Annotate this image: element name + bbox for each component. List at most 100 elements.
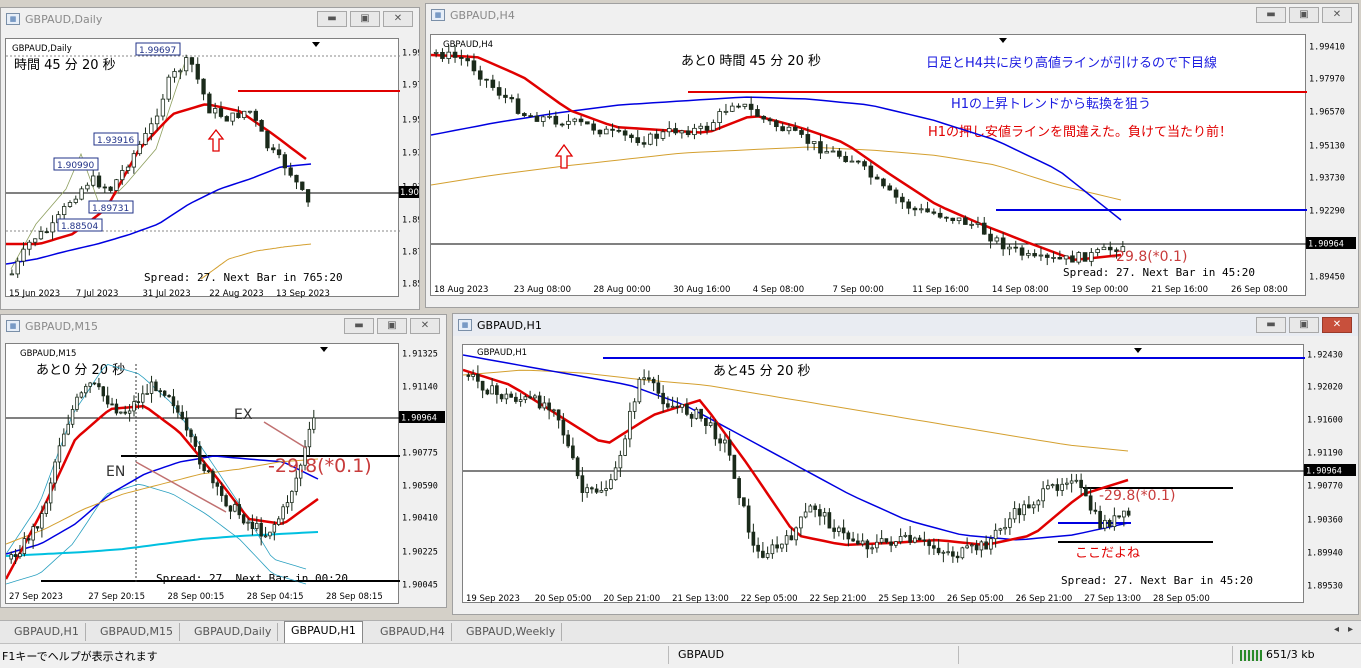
minimize-button[interactable]: ▬	[1256, 7, 1286, 23]
h4-candle-body	[717, 111, 722, 123]
h1-candle-body	[813, 505, 817, 510]
h4-candle-body	[446, 51, 452, 59]
h1-candle-body	[585, 487, 589, 493]
h1-candle-body	[499, 394, 504, 400]
h1-candle-body	[765, 553, 770, 558]
daily-candle-body	[201, 78, 206, 95]
m15-candle-body	[101, 386, 106, 397]
h4-candle-body	[1044, 254, 1050, 258]
tab-gbpaud-m15[interactable]: GBPAUD,M15	[94, 623, 181, 641]
restore-button[interactable]: ▣	[1289, 7, 1319, 23]
h1-plot[interactable]: GBPAUD,H1 あと45 分 20 秒 -29.8(*0.1) ここだよね Spre…	[462, 344, 1305, 604]
h4-chart-window[interactable]: ▦ GBPAUD,H4 ▬ ▣ ✕ GBPAUD,H4 あと0 時間 45 分 2…	[425, 3, 1359, 308]
h1-candle-body	[718, 438, 722, 444]
h1-candle-body	[1088, 495, 1093, 511]
daily-date-tick: 13 Sep 2023	[276, 289, 330, 298]
h1-chart-window[interactable]: ▦ GBPAUD,H1 ▬ ▣ ✕ GBPAUD,H1 あと45 分 20 秒 -2…	[452, 313, 1359, 615]
h4-candle-body	[578, 118, 584, 123]
daily-price-axis: 1.996801.977901.956801.935001.914001.893…	[399, 38, 419, 297]
h4-candle-body	[893, 189, 899, 198]
h1-candle-body	[974, 544, 979, 551]
close-button[interactable]: ✕	[383, 11, 413, 27]
tab-gbpaud-h4[interactable]: GBPAUD,H4	[374, 623, 452, 641]
tab-gbpaud-weekly[interactable]: GBPAUD,Weekly	[460, 623, 563, 641]
windows.daily.prices-price-tick: 1.93500	[402, 149, 419, 159]
tab-gbpaud-daily[interactable]: GBPAUD,Daily	[188, 623, 279, 641]
tab-scroll-right-icon[interactable]: ▸	[1348, 624, 1353, 635]
daily-title-bar[interactable]: ▦ GBPAUD,Daily ▬ ▣ ✕	[1, 8, 419, 30]
daily-candle-body	[253, 110, 258, 121]
daily-candle-body	[276, 149, 282, 156]
restore-button[interactable]: ▣	[350, 11, 380, 27]
close-button[interactable]: ✕	[410, 318, 440, 334]
h1-candle-body	[1055, 484, 1060, 491]
m15-symbol-label: GBPAUD,M15	[20, 349, 76, 359]
daily-candle-body	[265, 130, 270, 149]
h4-candle-body	[597, 129, 603, 135]
h1-candle-body	[680, 403, 684, 408]
h4-plot[interactable]: GBPAUD,H4 あと0 時間 45 分 20 秒 日足とH4共に戻り高値ラインが…	[430, 34, 1307, 296]
m15-candle-body	[277, 518, 281, 525]
m15-chart-window[interactable]: ▦ GBPAUD,M15 ▬ ▣ ✕ GBPAUD,M15 あと0 分 20 秒 E…	[0, 314, 447, 608]
h1-date-tick: 19 Sep 2023	[466, 594, 520, 604]
h4-candle-body	[648, 133, 653, 145]
h4-candle-body	[925, 208, 930, 213]
daily-plot[interactable]: GBPAUD,Daily 時間 45 分 20 秒 1.99697 1.93916 1.…	[5, 38, 400, 298]
h1-candle-body	[917, 537, 922, 541]
minimize-button[interactable]: ▬	[1256, 317, 1286, 333]
m15-candle-body	[255, 522, 259, 530]
h4-candle-body	[635, 137, 641, 144]
daily-candle-body	[294, 174, 299, 183]
h4-title-bar[interactable]: ▦ GBPAUD,H4 ▬ ▣ ✕	[426, 4, 1358, 26]
m15-countdown: あと0 分 20 秒	[36, 363, 125, 378]
h4-candle-body	[868, 165, 874, 178]
h1-candle-body	[1098, 510, 1102, 529]
daily-candle-body	[73, 198, 78, 203]
restore-button[interactable]: ▣	[1289, 317, 1319, 333]
h1-candle-body	[818, 509, 822, 517]
tab-scroll-left-icon[interactable]: ◂	[1334, 624, 1339, 635]
h4-candle-body	[956, 217, 962, 221]
h4-candle-body	[484, 78, 489, 81]
m15-candle-body	[145, 393, 149, 395]
h1-candle-body	[998, 528, 1003, 531]
close-button[interactable]: ✕	[1322, 317, 1352, 333]
h4-date-tick: 23 Aug 08:00	[514, 285, 571, 295]
m15-title-bar[interactable]: ▦ GBPAUD,M15 ▬ ▣ ✕	[1, 315, 446, 337]
minimize-button[interactable]: ▬	[317, 11, 347, 27]
h1-candle-body	[689, 413, 694, 419]
h1-candle-body	[837, 527, 841, 532]
status-divider	[958, 646, 959, 664]
m15-plot[interactable]: GBPAUD,M15 あと0 分 20 秒 EX EN -29.8(*0.1) Sprea…	[5, 343, 400, 604]
status-divider	[668, 646, 669, 664]
h4-candle-body	[477, 70, 483, 80]
h4-date-tick: 18 Aug 2023	[434, 285, 488, 295]
h4-candle-body	[767, 118, 773, 122]
windows.m15.prices-price-tick: 1.90225	[402, 548, 438, 558]
h4-date-tick: 30 Aug 16:00	[673, 285, 730, 295]
status-divider	[1232, 646, 1233, 664]
h4-candle-body	[723, 110, 729, 113]
h4-candle-body	[692, 127, 697, 136]
tab-gbpaud-h1[interactable]: GBPAUD,H1	[8, 623, 86, 641]
windows.h1.prices-price-tick: 1.92430	[1307, 351, 1343, 361]
daily-chart-window[interactable]: ▦ GBPAUD,Daily ▬ ▣ ✕ GBPAUD,Daily 時間 45 分…	[0, 7, 420, 310]
h4-candle-body	[603, 128, 609, 135]
close-button[interactable]: ✕	[1322, 7, 1352, 23]
m15-candle-body	[132, 401, 136, 412]
tab-gbpaud-h1-active[interactable]: GBPAUD,H1	[284, 621, 363, 643]
h1-title-bar[interactable]: ▦ GBPAUD,H1 ▬ ▣ ✕	[453, 314, 1358, 336]
minimize-button[interactable]: ▬	[344, 318, 374, 334]
h1-candle-body	[875, 541, 879, 549]
daily-countdown: 時間 45 分 20 秒	[14, 58, 116, 73]
chart-window-icon: ▦	[458, 319, 472, 331]
restore-button[interactable]: ▣	[377, 318, 407, 334]
h1-candle-body	[913, 537, 917, 543]
windows.h1.prices-price-tick: 1.91600	[1307, 416, 1343, 426]
h4-candle-body	[1070, 255, 1075, 263]
h4-candle-body	[572, 118, 578, 122]
daily-date-tick: 15 Jun 2023	[9, 289, 60, 298]
h4-candle-body	[918, 208, 924, 211]
status-symbol: GBPAUD	[678, 648, 725, 661]
h1-candle-body	[727, 439, 732, 456]
